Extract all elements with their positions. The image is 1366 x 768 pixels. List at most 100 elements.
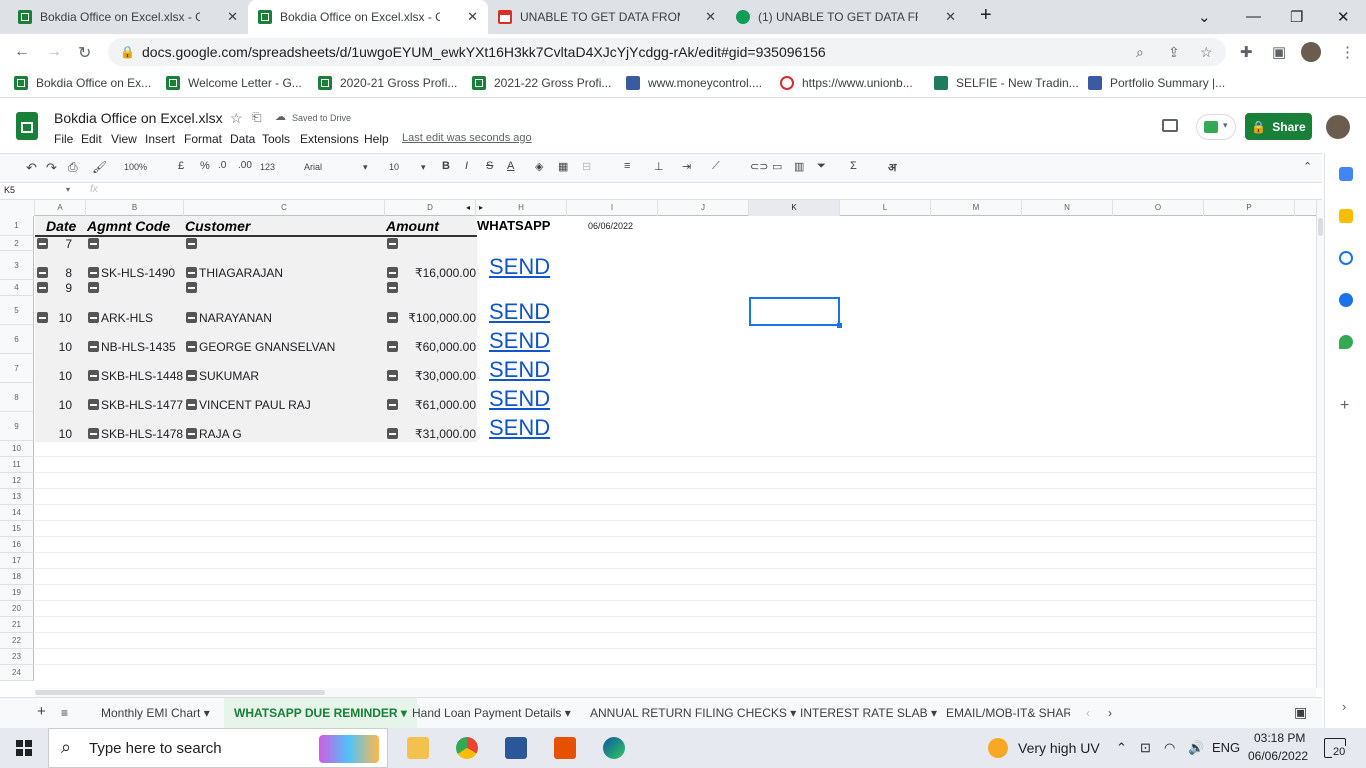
meet-now-icon[interactable]: ⊡ xyxy=(1140,740,1151,756)
text-rotation-icon[interactable]: ⟋ xyxy=(712,160,720,173)
send-link[interactable]: SEND xyxy=(489,415,550,441)
send-link[interactable]: SEND xyxy=(489,328,550,354)
bookmark-star-icon[interactable]: ☆ xyxy=(1200,38,1213,66)
share-button[interactable]: 🔒 Share xyxy=(1245,113,1312,140)
chart-icon[interactable]: ▥ xyxy=(794,160,804,173)
uv-weather-icon[interactable] xyxy=(988,738,1008,758)
spreadsheet-grid[interactable]: A B C D H I J K L M N O P ◂ ▸ 1 2 3 4 5 … xyxy=(0,200,1316,688)
row-header[interactable]: 6 xyxy=(0,325,34,354)
row-header[interactable]: 20 xyxy=(0,601,34,617)
menu-tools[interactable]: Tools xyxy=(262,132,290,146)
sheet-tab-active[interactable]: WHATSAPP DUE REMINDER ▾ xyxy=(224,698,417,729)
functions-icon[interactable]: Σ xyxy=(850,160,857,172)
bookmark-item[interactable]: Welcome Letter - G... xyxy=(166,76,302,90)
checkbox[interactable] xyxy=(37,282,48,293)
clock-time[interactable]: 03:18 PM xyxy=(1254,731,1305,745)
wifi-icon[interactable]: ◠ xyxy=(1164,740,1175,756)
borders-icon[interactable]: ▦ xyxy=(558,160,568,173)
back-icon[interactable]: ← xyxy=(14,43,30,61)
chevron-down-icon[interactable]: ⌄ xyxy=(1198,8,1211,26)
bookmark-item[interactable]: Portfolio Summary |... xyxy=(1088,76,1225,90)
name-box[interactable]: K5 xyxy=(4,185,15,195)
italic-button[interactable]: I xyxy=(465,160,468,172)
checkbox[interactable] xyxy=(37,312,48,323)
clock-date[interactable]: 06/06/2022 xyxy=(1248,749,1308,763)
more-menu-icon[interactable]: ⋮ xyxy=(1340,43,1355,61)
horizontal-scrollbar[interactable] xyxy=(35,688,1316,697)
menu-help[interactable]: Help xyxy=(364,132,389,146)
explore-icon[interactable]: ▣ xyxy=(1294,704,1307,721)
row-header[interactable]: 5 xyxy=(0,296,34,325)
align-left-icon[interactable]: ≡ xyxy=(624,160,630,172)
tasks-icon[interactable] xyxy=(1339,251,1353,265)
checkbox[interactable] xyxy=(387,238,398,249)
row-header[interactable]: 11 xyxy=(0,457,34,473)
undo-icon[interactable]: ↶ xyxy=(26,160,37,176)
currency-button[interactable]: £ xyxy=(178,160,184,172)
increase-decimal-button[interactable]: .00 xyxy=(238,160,252,171)
send-link[interactable]: SEND xyxy=(489,357,550,383)
bookmark-item[interactable]: Bokdia Office on Ex... xyxy=(14,76,151,90)
document-title[interactable]: Bokdia Office on Excel.xlsx xyxy=(54,110,223,126)
row-header[interactable]: 2 xyxy=(0,236,34,251)
taskbar-search-input[interactable]: ⌕ Type here to search xyxy=(48,728,388,768)
row-header[interactable]: 10 xyxy=(0,441,34,457)
checkbox[interactable] xyxy=(37,238,48,249)
column-header[interactable]: D xyxy=(385,200,476,216)
calendar-icon[interactable] xyxy=(1339,167,1353,181)
number-format-select[interactable]: 123 xyxy=(260,162,275,172)
chevron-up-icon[interactable]: ⌃ xyxy=(1116,740,1127,756)
new-tab-icon[interactable]: + xyxy=(980,4,992,27)
row-header[interactable]: 19 xyxy=(0,585,34,601)
checkbox[interactable] xyxy=(88,312,99,323)
hidden-columns-left-arrow-icon[interactable]: ◂ xyxy=(466,203,470,212)
menu-insert[interactable]: Insert xyxy=(145,132,175,146)
bold-button[interactable]: B xyxy=(442,160,450,172)
column-header[interactable]: B xyxy=(86,200,184,216)
close-icon[interactable]: ✕ xyxy=(945,9,956,25)
scroll-thumb[interactable] xyxy=(1318,218,1323,236)
vertical-scrollbar[interactable] xyxy=(1316,200,1324,688)
meet-button[interactable]: ▾ xyxy=(1196,114,1236,140)
checkbox[interactable] xyxy=(88,267,99,278)
link-icon[interactable]: ⊂⊃ xyxy=(750,160,768,173)
language-indicator[interactable]: ENG xyxy=(1212,740,1240,755)
expand-panel-icon[interactable]: › xyxy=(1342,699,1346,714)
select-all-corner[interactable] xyxy=(0,200,35,216)
send-link[interactable]: SEND xyxy=(489,254,550,280)
strikethrough-button[interactable]: S xyxy=(486,160,493,172)
print-icon[interactable]: ⎙ xyxy=(68,160,78,175)
close-icon[interactable]: ✕ xyxy=(227,9,238,25)
checkbox[interactable] xyxy=(88,399,99,410)
chevron-down-icon[interactable]: ▾ xyxy=(66,185,70,194)
decrease-decimal-button[interactable]: .0 xyxy=(218,160,226,171)
input-tools-button[interactable]: अ xyxy=(888,160,896,175)
sheet-tab[interactable]: EMAIL/MOB-IT& SHARES xyxy=(946,706,1070,720)
column-header[interactable]: A xyxy=(35,200,86,216)
row-header[interactable]: 12 xyxy=(0,473,34,489)
menu-file[interactable]: File xyxy=(54,132,73,146)
checkbox[interactable] xyxy=(186,282,197,293)
bookmark-item[interactable]: 2020-21 Gross Profi... xyxy=(318,76,457,90)
all-sheets-icon[interactable]: ≡ xyxy=(61,706,68,720)
send-link[interactable]: SEND xyxy=(489,299,550,325)
column-header[interactable]: C xyxy=(184,200,385,216)
menu-view[interactable]: View xyxy=(111,132,137,146)
add-sheet-icon[interactable]: + xyxy=(37,703,46,720)
menu-edit[interactable]: Edit xyxy=(81,132,102,146)
row-header[interactable]: 22 xyxy=(0,633,34,649)
send-link[interactable]: SEND xyxy=(489,386,550,412)
maps-icon[interactable] xyxy=(1339,335,1353,349)
minimize-icon[interactable]: — xyxy=(1246,8,1261,25)
bookmark-item[interactable]: SELFIE - New Tradin... xyxy=(934,76,1079,90)
sheet-tab[interactable]: ANNUAL RETURN FILING CHECKS ▾ xyxy=(590,706,796,720)
column-header[interactable]: I xyxy=(567,200,658,216)
row-header[interactable]: 14 xyxy=(0,505,34,521)
column-header[interactable]: L xyxy=(840,200,931,216)
fill-color-icon[interactable]: ◈ xyxy=(535,160,543,173)
reload-icon[interactable]: ↻ xyxy=(78,43,91,63)
column-header[interactable]: M xyxy=(931,200,1022,216)
close-icon[interactable]: ✕ xyxy=(467,9,478,25)
checkbox[interactable] xyxy=(88,238,99,249)
sheet-tab[interactable]: Monthly EMI Chart ▾ xyxy=(101,706,210,720)
